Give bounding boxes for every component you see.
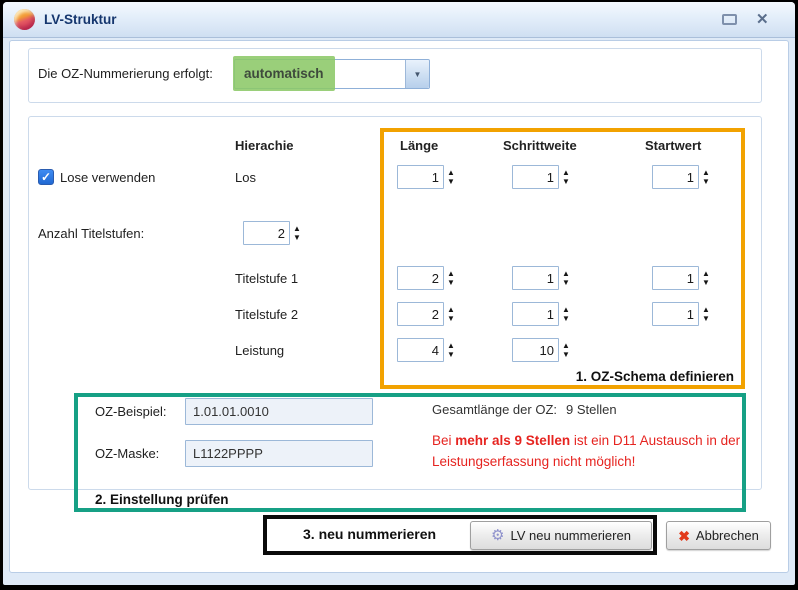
spinner-up-icon[interactable]: ▲ [562, 341, 570, 350]
row-label-leistung: Leistung [235, 343, 284, 358]
abbrechen-button[interactable]: ✖ Abbrechen [666, 521, 771, 550]
los-schrittweite-spinner[interactable]: 1 ▲▼ [512, 165, 570, 189]
spinner-down-icon[interactable]: ▼ [447, 314, 455, 323]
oz-beispiel-field: 1.01.01.0010 [185, 398, 373, 425]
abbrechen-label: Abbrechen [696, 528, 759, 543]
oz-maske-field: L1122PPPP [185, 440, 373, 467]
spinner-down-icon[interactable]: ▼ [562, 314, 570, 323]
spinner-down-icon[interactable]: ▼ [447, 350, 455, 359]
spinner-down-icon[interactable]: ▼ [562, 278, 570, 287]
spinner-up-icon[interactable]: ▲ [562, 269, 570, 278]
titelstufe2-startwert-spinner[interactable]: 1 ▲▼ [652, 302, 710, 326]
leistung-schrittweite-spinner[interactable]: 10 ▲▼ [512, 338, 570, 362]
spinner-up-icon[interactable]: ▲ [447, 341, 455, 350]
dialog-stage: LV-Struktur ✕ Die OZ-Nummerierung erfolg… [0, 0, 798, 590]
anzahl-titelstufen-spinner[interactable]: 2 ▲▼ [243, 221, 301, 245]
restore-window-button[interactable] [722, 14, 737, 25]
row-label-titelstufe-2: Titelstufe 2 [235, 307, 298, 322]
los-startwert-input[interactable]: 1 [652, 165, 699, 189]
row-label-los: Los [235, 170, 256, 185]
los-laenge-input[interactable]: 1 [397, 165, 444, 189]
los-laenge-spinner[interactable]: 1 ▲▼ [397, 165, 455, 189]
titelstufe2-startwert-input[interactable]: 1 [652, 302, 699, 326]
lose-verwenden-checkbox[interactable]: ✓ [38, 169, 54, 185]
warning-prefix: Bei [432, 433, 455, 448]
titelstufe2-laenge-input[interactable]: 2 [397, 302, 444, 326]
cancel-x-icon: ✖ [678, 529, 690, 543]
titelstufe2-schrittweite-spinner[interactable]: 1 ▲▼ [512, 302, 570, 326]
los-startwert-spinner[interactable]: 1 ▲▼ [652, 165, 710, 189]
anzahl-titelstufen-label: Anzahl Titelstufen: [38, 226, 144, 241]
lose-verwenden-label: Lose verwenden [60, 170, 155, 185]
spinner-up-icon[interactable]: ▲ [562, 305, 570, 314]
spinner-up-icon[interactable]: ▲ [447, 269, 455, 278]
spinner-down-icon[interactable]: ▼ [293, 233, 301, 242]
header-length: Länge [400, 138, 438, 153]
leistung-schrittweite-input[interactable]: 10 [512, 338, 559, 362]
gesamtlaenge-label: Gesamtlänge der OZ: [432, 402, 557, 417]
checkmark-icon: ✓ [41, 171, 51, 183]
numbering-label: Die OZ-Nummerierung erfolgt: [38, 66, 213, 81]
spinner-up-icon[interactable]: ▲ [293, 224, 301, 233]
oz-maske-label: OZ-Maske: [95, 446, 159, 461]
warning-text: Bei mehr als 9 Stellen ist ein D11 Austa… [432, 430, 777, 472]
gesamtlaenge-value: 9 Stellen [566, 402, 617, 417]
leistung-laenge-input[interactable]: 4 [397, 338, 444, 362]
spinner-down-icon[interactable]: ▼ [702, 278, 710, 287]
titelstufe2-laenge-spinner[interactable]: 2 ▲▼ [397, 302, 455, 326]
titelstufe1-laenge-spinner[interactable]: 2 ▲▼ [397, 266, 455, 290]
titelstufe1-startwert-spinner[interactable]: 1 ▲▼ [652, 266, 710, 290]
titlebar: LV-Struktur ✕ [3, 2, 795, 38]
header-step: Schrittweite [503, 138, 577, 153]
spinner-up-icon[interactable]: ▲ [447, 305, 455, 314]
titelstufe1-startwert-input[interactable]: 1 [652, 266, 699, 290]
warning-bold: mehr als 9 Stellen [455, 433, 570, 448]
spinner-up-icon[interactable]: ▲ [702, 305, 710, 314]
titelstufe1-schrittweite-input[interactable]: 1 [512, 266, 559, 290]
row-label-titelstufe-1: Titelstufe 1 [235, 271, 298, 286]
spinner-down-icon[interactable]: ▼ [447, 278, 455, 287]
lv-neu-nummerieren-label: LV neu nummerieren [511, 528, 631, 543]
app-logo-icon [14, 9, 35, 30]
oz-beispiel-label: OZ-Beispiel: [95, 404, 167, 419]
dropdown-button[interactable]: ▼ [405, 60, 429, 88]
chevron-down-icon: ▼ [414, 70, 422, 79]
spinner-up-icon[interactable]: ▲ [702, 168, 710, 177]
spinner-down-icon[interactable]: ▼ [447, 177, 455, 186]
spinner-down-icon[interactable]: ▼ [562, 177, 570, 186]
spinner-down-icon[interactable]: ▼ [562, 350, 570, 359]
leistung-laenge-spinner[interactable]: 4 ▲▼ [397, 338, 455, 362]
titelstufe1-schrittweite-spinner[interactable]: 1 ▲▼ [512, 266, 570, 290]
titelstufe1-laenge-input[interactable]: 2 [397, 266, 444, 290]
lv-neu-nummerieren-button[interactable]: ⚙ LV neu nummerieren [470, 521, 652, 550]
oz-numbering-value: automatisch [244, 66, 324, 81]
screenshot-root: LV-Struktur ✕ Die OZ-Nummerierung erfolg… [0, 0, 798, 590]
gears-icon: ⚙ [491, 528, 504, 543]
titelstufe2-schrittweite-input[interactable]: 1 [512, 302, 559, 326]
spinner-down-icon[interactable]: ▼ [702, 177, 710, 186]
header-hierarchy: Hierachie [235, 138, 294, 153]
los-schrittweite-input[interactable]: 1 [512, 165, 559, 189]
spinner-up-icon[interactable]: ▲ [702, 269, 710, 278]
header-start: Startwert [645, 138, 701, 153]
window-title: LV-Struktur [44, 12, 117, 27]
spinner-down-icon[interactable]: ▼ [702, 314, 710, 323]
spinner-up-icon[interactable]: ▲ [447, 168, 455, 177]
gesamtlaenge-text: Gesamtlänge der OZ: 9 Stellen [432, 402, 617, 417]
close-window-button[interactable]: ✕ [756, 10, 769, 28]
anzahl-titelstufen-input[interactable]: 2 [243, 221, 290, 245]
spinner-up-icon[interactable]: ▲ [562, 168, 570, 177]
